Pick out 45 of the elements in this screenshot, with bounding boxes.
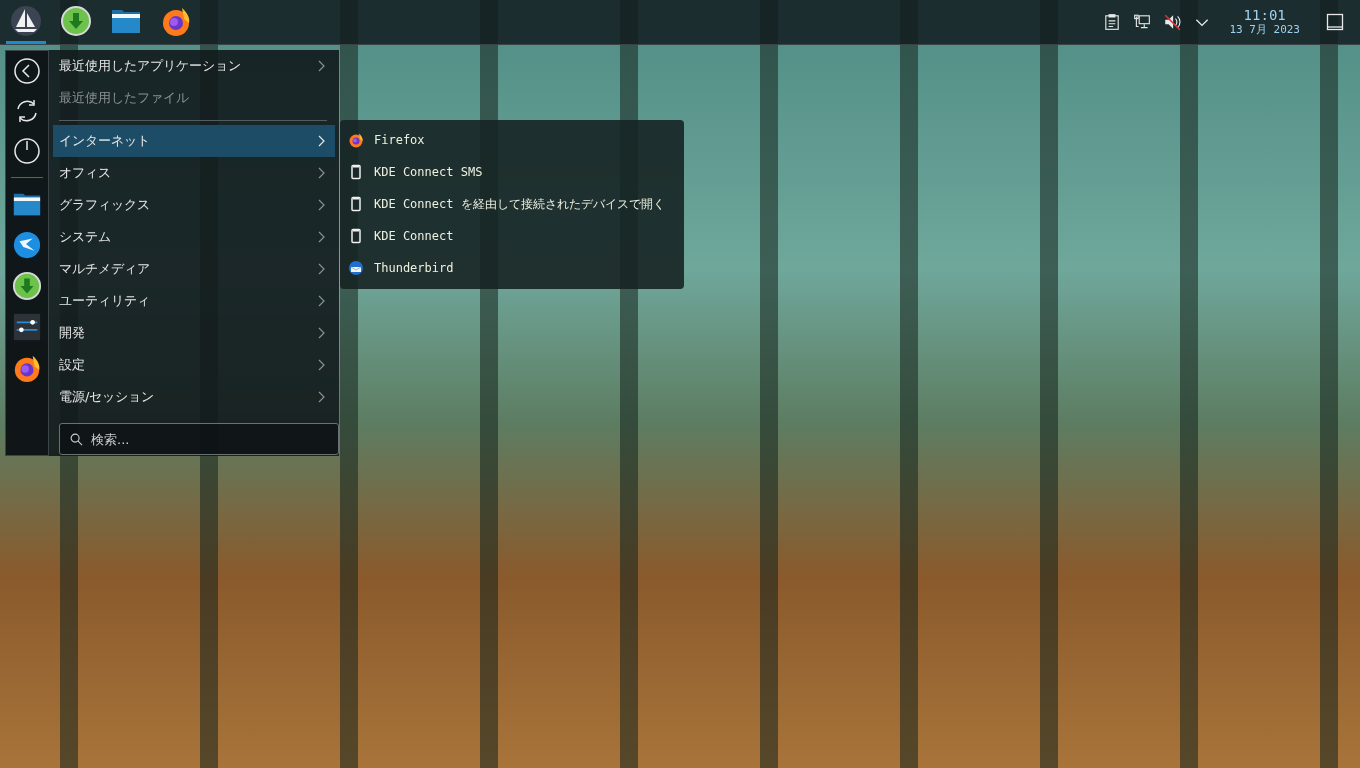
show-desktop-icon[interactable] xyxy=(1326,13,1344,31)
submenu-item[interactable]: KDE Connect を経由して接続されたデバイスで開く xyxy=(340,188,684,220)
network-monitor-icon[interactable] xyxy=(1133,13,1152,31)
search-icon xyxy=(70,433,83,446)
phone-icon xyxy=(348,164,364,180)
bird-logo-icon xyxy=(12,230,42,260)
chevron-right-icon xyxy=(317,167,325,179)
menu-item[interactable]: オフィス xyxy=(53,157,335,189)
chevron-right-icon xyxy=(317,391,325,403)
power-icon[interactable] xyxy=(13,137,41,165)
chevron-right-icon xyxy=(317,359,325,371)
phone-icon xyxy=(348,196,364,212)
chevron-right-icon xyxy=(317,327,325,339)
menu-item[interactable]: 設定 xyxy=(53,349,335,381)
chevron-right-icon xyxy=(317,295,325,307)
phone-icon xyxy=(348,228,364,244)
submenu-item[interactable]: KDE Connect SMS xyxy=(340,156,684,188)
sailboat-icon xyxy=(10,4,42,37)
menu-item[interactable]: マルチメディア xyxy=(53,253,335,285)
submenu-item[interactable]: Firefox xyxy=(340,124,684,156)
chevron-right-icon xyxy=(317,263,325,275)
download-icon xyxy=(60,4,92,37)
firefox-icon xyxy=(348,132,364,148)
chevron-right-icon xyxy=(317,60,325,72)
chevron-right-icon xyxy=(317,135,325,147)
clipboard-icon[interactable] xyxy=(1103,13,1122,31)
chevron-right-icon xyxy=(317,199,325,211)
menu-item[interactable]: 開発 xyxy=(53,317,335,349)
search-field[interactable]: 検索... xyxy=(59,423,339,455)
clock-date[interactable]: 13 7月 2023 xyxy=(1229,23,1300,36)
menu-item[interactable]: グラフィックス xyxy=(53,189,335,221)
back-icon[interactable] xyxy=(13,57,41,85)
volume-muted-icon[interactable] xyxy=(1163,13,1182,31)
clock-time[interactable]: 11:01 xyxy=(1243,8,1286,24)
sliders-icon xyxy=(12,312,42,342)
download-icon xyxy=(12,271,42,301)
thunderbird-icon xyxy=(348,260,364,276)
menu-item[interactable]: システム xyxy=(53,221,335,253)
menu-item[interactable]: インターネット xyxy=(53,125,335,157)
menu-item[interactable]: ユーティリティ xyxy=(53,285,335,317)
submenu-item[interactable]: KDE Connect xyxy=(340,220,684,252)
chevron-right-icon xyxy=(317,231,325,243)
menu-item[interactable]: 最近使用したアプリケーション xyxy=(53,50,335,82)
menu-item[interactable]: 電源/セッション xyxy=(53,381,335,413)
submenu-item[interactable]: Thunderbird xyxy=(340,252,684,284)
